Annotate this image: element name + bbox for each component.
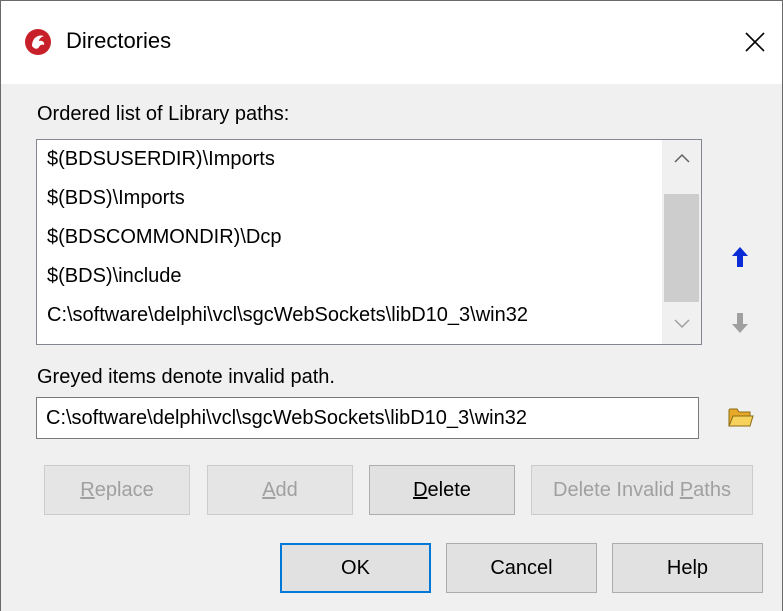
accelerator-key: P xyxy=(679,478,694,501)
ok-button[interactable]: OK xyxy=(280,543,431,593)
app-logo-icon xyxy=(24,28,52,56)
folder-icon xyxy=(728,408,754,427)
accelerator-key: D xyxy=(413,478,428,501)
button-label: eplace xyxy=(94,478,154,501)
delete-button[interactable]: Delete xyxy=(369,465,515,515)
scrollbar-thumb[interactable] xyxy=(664,194,699,302)
window-title: Directories xyxy=(66,28,172,53)
accelerator-key: R xyxy=(80,478,95,501)
scroll-down-button[interactable] xyxy=(662,306,701,342)
move-up-button[interactable] xyxy=(720,237,760,277)
arrow-down-icon xyxy=(732,313,748,333)
list-item[interactable]: $(BDS)\Imports xyxy=(47,185,185,211)
move-down-button[interactable] xyxy=(720,303,760,343)
library-paths-list[interactable]: $(BDSUSERDIR)\Imports $(BDS)\Imports $(B… xyxy=(36,139,702,345)
chevron-up-icon xyxy=(673,153,690,163)
invalid-path-hint: Greyed items denote invalid path. xyxy=(37,366,335,388)
button-label: Delete Invalid xyxy=(553,478,680,501)
list-item[interactable]: $(BDSUSERDIR)\Imports xyxy=(47,146,275,172)
arrow-up-icon xyxy=(732,247,748,267)
close-button[interactable] xyxy=(735,22,775,62)
close-icon xyxy=(745,32,765,52)
replace-button[interactable]: Replace xyxy=(44,465,190,515)
path-input[interactable] xyxy=(36,397,699,439)
delete-invalid-paths-button[interactable]: Delete Invalid Paths xyxy=(531,465,753,515)
list-item[interactable]: $(BDS)\include xyxy=(47,263,182,289)
list-item[interactable]: C:\software\delphi\vcl\sgcWebSockets\lib… xyxy=(47,302,528,328)
cancel-button[interactable]: Cancel xyxy=(446,543,597,593)
library-paths-label: Ordered list of Library paths: xyxy=(37,103,290,125)
button-label: aths xyxy=(693,478,731,501)
add-button[interactable]: Add xyxy=(207,465,353,515)
button-label: dd xyxy=(275,478,298,501)
browse-folder-button[interactable] xyxy=(719,397,763,437)
chevron-down-icon xyxy=(673,319,690,329)
list-item[interactable]: $(BDSCOMMONDIR)\Dcp xyxy=(47,224,281,250)
help-button[interactable]: Help xyxy=(612,543,763,593)
dialog-border xyxy=(0,0,783,1)
dialog-border xyxy=(0,0,1,611)
accelerator-key: A xyxy=(262,478,276,501)
scroll-up-button[interactable] xyxy=(662,140,701,176)
button-label: elete xyxy=(427,478,471,501)
